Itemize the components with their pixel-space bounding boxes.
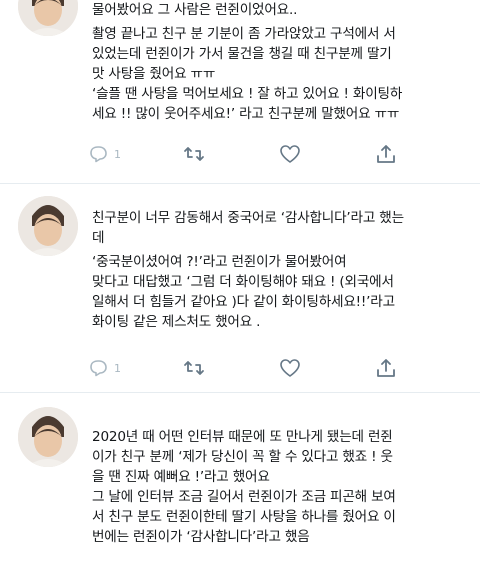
avatar[interactable]	[18, 407, 78, 467]
tweet-line: 친구분이 너무 감동해서 중국어로 ‘감사합니다’라고 했는	[92, 210, 404, 226]
tweet-line: 세요 !! 많이 웃어주세요!’ 라고 친구분께 말했어요 ㅠㅠ	[92, 106, 400, 122]
tweet-3[interactable]: 2020년 때 어떤 인터뷰 때문에 또 만나게 됐는데 런쥔 이가 친구 분께…	[0, 393, 480, 564]
avatar-photo	[18, 0, 78, 36]
tweet-text: 2020년 때 어떤 인터뷰 때문에 또 만나게 됐는데 런쥔 이가 친구 분께…	[92, 427, 464, 547]
tweet-line: ‘중국분이셨어여 ?!’라고 런쥔이가 물어봤어여	[92, 254, 347, 270]
retweet-button[interactable]	[182, 356, 206, 380]
share-button[interactable]	[374, 142, 398, 166]
avatar-photo	[18, 407, 78, 467]
tweet-line: 그 날에 인터뷰 조금 길어서 런쥔이가 조금 피곤해 보여	[92, 489, 396, 505]
avatar[interactable]	[18, 196, 78, 256]
avatar-photo	[18, 196, 78, 256]
share-icon	[377, 359, 395, 377]
tweet-line: 2020년 때 어떤 인터뷰 때문에 또 만나게 됐는데 런쥔	[92, 429, 393, 445]
reply-button[interactable]: 1	[86, 356, 121, 380]
reply-button[interactable]: 1	[86, 142, 121, 166]
avatar[interactable]	[18, 0, 78, 36]
tweet-2[interactable]: 친구분이 너무 감동해서 중국어로 ‘감사합니다’라고 했는 데 ‘중국분이셨어…	[0, 184, 480, 393]
tweet-line: 데	[92, 230, 105, 246]
reply-icon	[90, 146, 107, 163]
retweet-icon	[184, 361, 204, 375]
tweet-line: 있었는데 런쥔이가 가서 물건을 챙길 때 친구분께 딸기	[92, 46, 392, 62]
tweet-line: 화이팅 같은 제스처도 했어요 .	[92, 314, 261, 330]
tweet-actions: 1	[86, 356, 406, 380]
tweet-line: 맛 사탕을 줬어요 ㅠㅠ	[92, 66, 216, 82]
tweet-line: 촬영 끝나고 친구 분 기분이 좀 가라앉았고 구석에서 서	[92, 26, 396, 42]
share-button[interactable]	[374, 356, 398, 380]
tweet-line: 물어봤어요 그 사람은 런쥔이었어요..	[92, 2, 298, 18]
tweet-line: 번에는 런쥔이가 ‘감사합니다’라고 했음	[92, 529, 310, 545]
tweet-line: 일해서 더 힘들거 같아요 )다 같이 화이팅하세요!!’라고	[92, 294, 395, 310]
heart-icon	[280, 359, 300, 377]
tweet-line: ‘슬플 땐 사탕을 먹어보세요 ! 잘 하고 있어요 ! 화이팅하	[92, 86, 403, 102]
heart-icon	[280, 145, 300, 163]
retweet-button[interactable]	[182, 142, 206, 166]
tweet-actions: 1	[86, 142, 406, 166]
tweet-line: 이가 친구 분께 ‘제가 당신이 꼭 할 수 있다고 했죠 ! 웃	[92, 449, 393, 465]
tweet-line: 서 친구 분도 런쥔이한테 딸기 사탕을 하나를 줬어요 이	[92, 509, 396, 525]
reply-icon	[90, 360, 107, 377]
tweet-text: 물어봤어요 그 사람은 런쥔이었어요.. 촬영 끝나고 친구 분 기분이 좀 가…	[92, 0, 464, 124]
like-button[interactable]	[278, 356, 302, 380]
reply-count: 1	[114, 361, 121, 375]
reply-count: 1	[114, 147, 121, 161]
tweet-text: 친구분이 너무 감동해서 중국어로 ‘감사합니다’라고 했는 데 ‘중국분이셨어…	[92, 208, 464, 332]
tweet-1[interactable]: 물어봤어요 그 사람은 런쥔이었어요.. 촬영 끝나고 친구 분 기분이 좀 가…	[0, 0, 480, 184]
tweet-line: 맞다고 대답했고 ‘그럼 더 화이팅해야 돼요 ! (외국에서	[92, 274, 394, 290]
tweet-line: 을 땐 진짜 예뻐요 !’라고 했어요	[92, 469, 270, 485]
retweet-icon	[184, 147, 204, 161]
share-icon	[377, 145, 395, 163]
like-button[interactable]	[278, 142, 302, 166]
